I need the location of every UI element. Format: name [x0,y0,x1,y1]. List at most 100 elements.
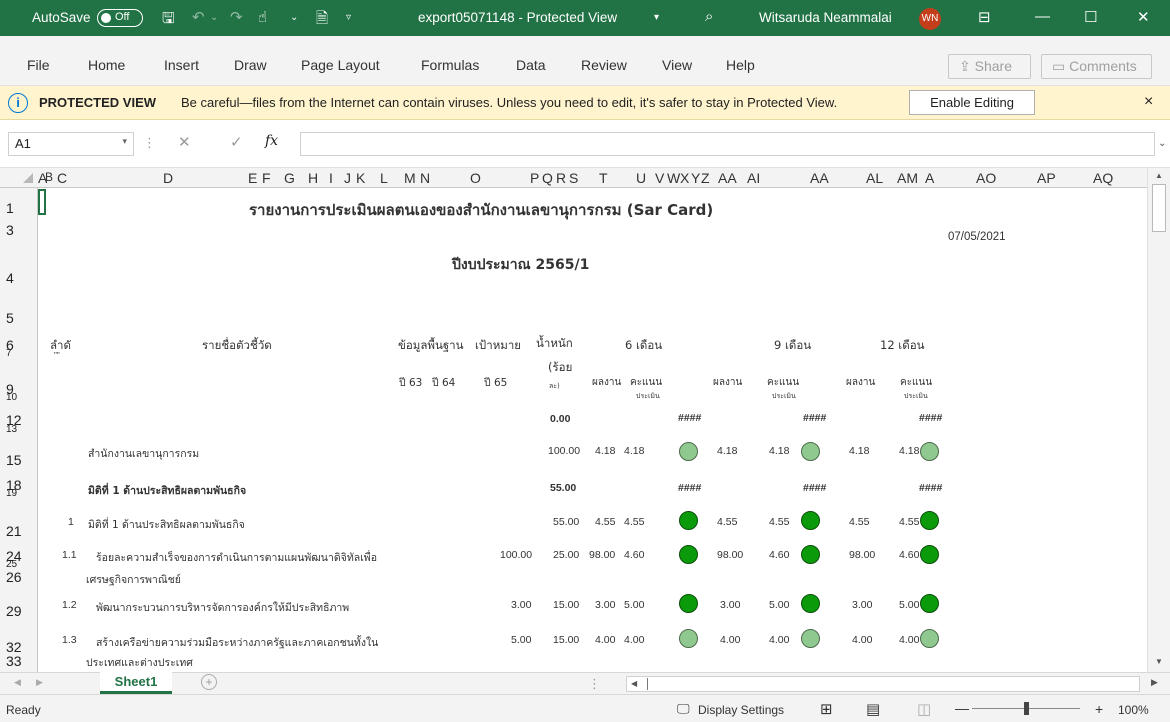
col-header[interactable]: AM [897,170,918,186]
tab-formulas[interactable]: Formulas [421,57,479,73]
row-header[interactable]: 10 [6,392,17,403]
col-header[interactable]: D [163,170,173,186]
redo-icon[interactable]: ↷ [230,8,243,26]
zoom-level[interactable]: 100% [1118,703,1149,717]
col-header[interactable]: X [680,170,689,186]
select-all-icon[interactable] [23,173,33,183]
row-header[interactable]: 21 [6,523,22,539]
insert-function-icon[interactable]: fx [265,133,278,149]
row-header[interactable]: 3 [6,222,14,238]
undo-dropdown-icon[interactable]: ⌄ [210,12,218,23]
zoom-in-icon[interactable]: + [1095,701,1103,717]
col-header[interactable]: K [356,170,365,186]
tab-draw[interactable]: Draw [234,57,267,73]
page-layout-view-icon[interactable]: ▤ [866,700,880,718]
print-preview-icon[interactable]: 🗎 [316,8,328,33]
vertical-scrollbar[interactable]: ▲ ▼ [1147,168,1170,672]
enable-editing-button[interactable]: Enable Editing [909,90,1035,115]
row-header[interactable]: 26 [6,569,22,585]
scroll-up-icon[interactable]: ▲ [1155,171,1163,180]
name-box-dropdown-icon[interactable]: ▾ [122,136,127,147]
col-header[interactable]: C [57,170,67,186]
scroll-right-icon[interactable]: ▶ [1151,677,1158,688]
display-settings-button[interactable]: Display Settings [698,703,784,717]
add-sheet-icon[interactable]: + [201,674,217,690]
row-header[interactable]: 7 [6,348,12,359]
col-header[interactable]: AL [866,170,883,186]
col-header[interactable]: Y [691,170,700,186]
scroll-thumb[interactable] [1152,184,1166,232]
col-header[interactable]: G [284,170,295,186]
expand-formula-icon[interactable]: ⌄ [1158,138,1166,149]
tab-data[interactable]: Data [516,57,546,73]
zoom-slider-thumb[interactable] [1024,702,1029,715]
zoom-out-icon[interactable]: — [955,700,969,716]
col-header[interactable]: W [667,170,680,186]
col-header[interactable]: P [530,170,539,186]
active-cell[interactable] [38,189,46,215]
title-dropdown-icon[interactable]: ▾ [654,12,659,23]
scroll-down-icon[interactable]: ▼ [1155,657,1163,666]
name-box[interactable]: A1 ▾ [8,132,134,156]
col-header[interactable]: I [329,170,333,186]
col-header[interactable]: Q [542,170,553,186]
row-header[interactable]: 5 [6,310,14,326]
row-header[interactable]: 1 [6,200,14,216]
avatar[interactable]: WN [919,8,941,30]
col-header[interactable]: AQ [1093,170,1113,186]
document-title[interactable]: export05071148 - Protected View [418,10,617,25]
close-icon[interactable]: ✕ [1137,8,1150,26]
minimize-icon[interactable]: — [1035,8,1050,25]
tab-review[interactable]: Review [581,57,627,73]
customize-qat-icon[interactable]: ▿ [346,12,351,23]
save-icon[interactable]: 🖫 [162,8,175,33]
row-header[interactable]: 15 [6,452,22,468]
scroll-left-icon[interactable]: ◀ [631,679,637,688]
user-name[interactable]: Witsaruda Neammalai [759,10,892,25]
display-settings-icon[interactable]: 🖵 [677,701,690,717]
col-header[interactable]: E [248,170,257,186]
col-header[interactable]: O [470,170,481,186]
col-header[interactable]: U [636,170,646,186]
col-header[interactable]: R [556,170,566,186]
horizontal-scrollbar[interactable]: ◀ [626,676,1140,692]
quick-access-dropdown-icon[interactable]: ⌄ [290,12,298,23]
row-header[interactable]: 29 [6,603,22,619]
touch-mode-icon[interactable]: ☝ [258,8,267,26]
tab-help[interactable]: Help [726,57,755,73]
col-header[interactable]: AA [718,170,737,186]
row-header[interactable]: 4 [6,270,14,286]
col-header[interactable]: N [420,170,430,186]
ribbon-display-icon[interactable]: ⊟ [978,8,991,26]
col-header[interactable]: Z [701,170,710,186]
maximize-icon[interactable]: ☐ [1084,8,1097,26]
search-icon[interactable]: ⌕ [705,8,713,25]
normal-view-icon[interactable]: ⊞ [820,700,833,718]
prev-sheet-icon[interactable]: ◀ [14,677,21,688]
col-header[interactable]: M [404,170,416,186]
comments-button[interactable]: ▭ Comments [1041,54,1152,79]
tab-file[interactable]: File [27,57,50,73]
row-header[interactable]: 33 [6,653,22,669]
enter-icon[interactable]: ✓ [230,133,243,151]
row-header[interactable]: 13 [6,424,17,435]
cancel-icon[interactable]: ✕ [178,133,191,151]
col-header[interactable]: A [925,170,934,186]
col-header[interactable]: F [262,170,271,186]
col-header[interactable]: AO [976,170,996,186]
autosave-toggle[interactable]: Off [97,9,143,27]
col-header[interactable]: S [569,170,578,186]
col-header[interactable]: H [308,170,318,186]
row-header[interactable]: 19 [6,488,17,499]
formula-input[interactable] [300,132,1155,156]
tab-home[interactable]: Home [88,57,125,73]
col-header[interactable]: AI [747,170,760,186]
close-banner-icon[interactable]: × [1144,93,1153,111]
next-sheet-icon[interactable]: ▶ [36,677,43,688]
col-header[interactable]: AA [810,170,829,186]
col-header[interactable]: V [655,170,664,186]
page-break-view-icon[interactable]: ◫ [917,700,931,718]
col-header[interactable]: T [599,170,608,186]
tab-insert[interactable]: Insert [164,57,199,73]
col-header[interactable]: J [344,170,351,186]
